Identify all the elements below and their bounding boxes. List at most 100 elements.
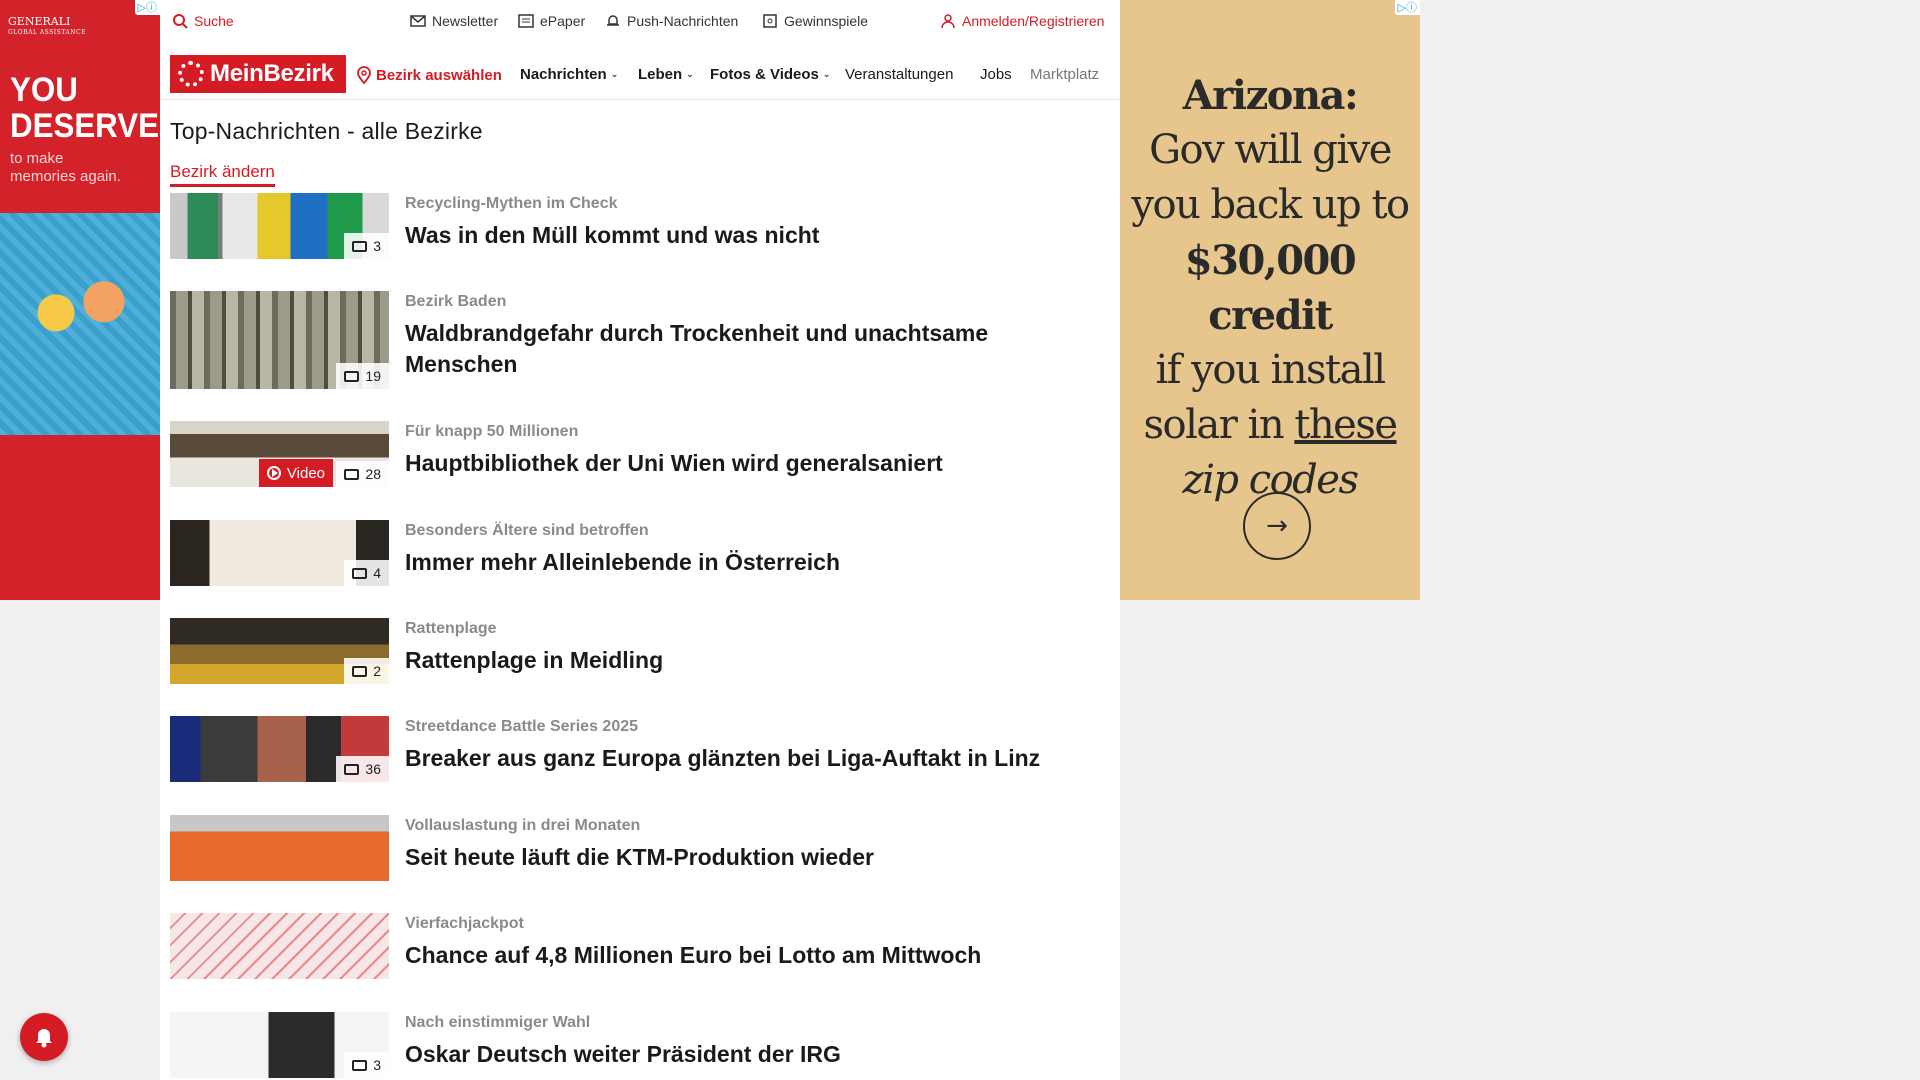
nav-veranstaltungen[interactable]: Veranstaltungen — [845, 66, 953, 83]
nav-leben[interactable]: Leben ⌄ — [638, 66, 694, 83]
article-thumbnail[interactable]: 3 — [170, 1012, 389, 1078]
arrow-right-icon[interactable]: → — [1243, 492, 1311, 560]
login-label: Anmelden/Registrieren — [962, 13, 1105, 29]
left-advertisement[interactable]: ▷ⓘ GENERALI GLOBAL ASSISTANCE YOU DESERV… — [0, 0, 160, 600]
nav-veranstaltungen-label: Veranstaltungen — [845, 66, 954, 83]
ad-choices-icon[interactable]: ▷ⓘ — [1394, 0, 1420, 15]
ad-headline-line2: DESERVE — [10, 107, 159, 145]
article-headline[interactable]: Immer mehr Alleinlebende in Österreich — [405, 547, 1095, 578]
push-label: Push-Nachrichten — [627, 13, 739, 29]
nav-jobs[interactable]: Jobs — [980, 66, 1012, 83]
logo-text: MeinBezirk — [210, 60, 334, 87]
image-count-badge: 36 — [336, 756, 389, 782]
top-utility-bar: Suche Newsletter ePaper Push-Nachrichten… — [160, 0, 1120, 45]
right-advertisement[interactable]: ▷ⓘ Arizona: Gov will give you back up to… — [1120, 0, 1420, 600]
article-item[interactable]: 2 Rattenplage Rattenplage in Meidling — [170, 618, 1110, 686]
image-icon — [344, 763, 360, 775]
search-icon — [173, 14, 188, 29]
article-item[interactable]: 4 Besonders Ältere sind betroffen Immer … — [170, 520, 1110, 588]
article-kicker: Recycling-Mythen im Check — [405, 195, 618, 212]
ad-line: Gov will give — [1149, 127, 1392, 173]
article-kicker: Für knapp 50 Millionen — [405, 423, 579, 440]
article-thumbnail[interactable]: 19 — [170, 291, 389, 389]
image-count: 4 — [373, 565, 381, 581]
article-headline[interactable]: Oskar Deutsch weiter Präsident der IRG — [405, 1039, 1095, 1070]
image-count: 2 — [373, 663, 381, 679]
article-headline[interactable]: Waldbrandgefahr durch Trockenheit und un… — [405, 318, 1095, 380]
article-thumbnail[interactable] — [170, 815, 389, 881]
notification-bell-button[interactable] — [20, 1013, 68, 1061]
ad-subline-line2: memories again. — [10, 168, 121, 185]
push-notifications-link[interactable]: Push-Nachrichten — [605, 13, 738, 29]
mail-icon — [410, 15, 426, 27]
article-headline[interactable]: Breaker aus ganz Europa glänzten bei Lig… — [405, 743, 1095, 774]
article-thumbnail[interactable]: 2 — [170, 618, 389, 684]
article-headline[interactable]: Seit heute läuft die KTM-Produktion wied… — [405, 842, 1095, 873]
ad-headline-line1: YOU — [10, 71, 78, 109]
article-headline[interactable]: Was in den Müll kommt und was nicht — [405, 220, 1095, 251]
nav-marktplatz[interactable]: Marktplatz — [1030, 66, 1110, 83]
search-button[interactable]: Suche — [172, 13, 234, 29]
image-icon — [352, 240, 368, 252]
meinbezirk-logo[interactable]: MeinBezirk — [170, 55, 346, 93]
nav-nachrichten-label: Nachrichten — [520, 66, 607, 83]
ad-choices-icon[interactable]: ▷ⓘ — [134, 0, 160, 15]
article-headline[interactable]: Rattenplage in Meidling — [405, 645, 1095, 676]
newsletter-label: Newsletter — [432, 13, 499, 29]
ad-line: solar in these — [1120, 398, 1420, 453]
logo-sun-icon — [178, 61, 204, 87]
article-item[interactable]: Video 28 Für knapp 50 Millionen Hauptbib… — [170, 421, 1110, 489]
nav-marktplatz-label: Marktplatz — [1030, 66, 1100, 83]
article-thumbnail[interactable]: 4 — [170, 520, 389, 586]
gewinnspiele-link[interactable]: Gewinnspiele — [762, 13, 868, 29]
newsletter-link[interactable]: Newsletter — [410, 13, 498, 29]
article-thumbnail[interactable]: 3 — [170, 193, 389, 259]
article-thumbnail[interactable]: Video 28 — [170, 421, 389, 487]
user-icon — [941, 14, 955, 29]
image-icon — [344, 468, 360, 480]
article-headline[interactable]: Chance auf 4,8 Millionen Euro bei Lotto … — [405, 940, 1095, 971]
bell-icon — [607, 15, 619, 26]
epaper-link[interactable]: ePaper — [518, 13, 585, 29]
article-item[interactable]: 3 Nach einstimmiger Wahl Oskar Deutsch w… — [170, 1012, 1110, 1080]
image-count-badge: 4 — [344, 560, 389, 586]
change-bezirk-link[interactable]: Bezirk ändern — [170, 162, 275, 187]
ad-brand-sub: GLOBAL ASSISTANCE — [8, 29, 86, 36]
article-kicker: Vierfachjackpot — [405, 915, 524, 932]
image-icon — [344, 370, 360, 382]
image-icon — [352, 567, 368, 579]
image-icon — [352, 1059, 368, 1071]
ad-brand-logo: GENERALI GLOBAL ASSISTANCE — [8, 16, 86, 38]
article-item[interactable]: 3 Recycling-Mythen im Check Was in den M… — [170, 193, 1110, 261]
newspaper-icon — [518, 14, 534, 28]
ad-line: $30,000 credit — [1184, 237, 1357, 339]
ad-headline: YOU DESERVE — [10, 72, 159, 144]
epaper-label: ePaper — [540, 13, 586, 29]
article-item[interactable]: 36 Streetdance Battle Series 2025 Breake… — [170, 716, 1110, 784]
article-kicker: Bezirk Baden — [405, 293, 507, 310]
image-count: 19 — [365, 368, 381, 384]
nav-fotos-videos[interactable]: Fotos & Videos ⌄ — [710, 66, 830, 83]
image-count-badge: 19 — [336, 363, 389, 389]
ad-line-link: these — [1294, 402, 1398, 448]
nav-fotos-videos-label: Fotos & Videos — [710, 66, 819, 83]
bezirk-select-button[interactable]: Bezirk auswählen — [356, 66, 502, 84]
article-kicker: Vollauslastung in drei Monaten — [405, 817, 641, 834]
login-register-link[interactable]: Anmelden/Registrieren — [940, 13, 1104, 29]
article-thumbnail[interactable] — [170, 913, 389, 979]
location-pin-icon — [357, 66, 371, 84]
image-count-badge: 3 — [344, 233, 389, 259]
image-count-badge: 28 — [336, 461, 389, 487]
article-kicker: Besonders Ältere sind betroffen — [405, 522, 649, 539]
chevron-down-icon: ⌄ — [822, 69, 831, 79]
gewinnspiele-label: Gewinnspiele — [784, 13, 869, 29]
nav-nachrichten[interactable]: Nachrichten ⌄ — [520, 66, 618, 83]
video-badge: Video — [258, 459, 333, 487]
article-thumbnail[interactable]: 36 — [170, 716, 389, 782]
article-headline[interactable]: Hauptbibliothek der Uni Wien wird genera… — [405, 448, 1095, 479]
article-item[interactable]: Vollauslastung in drei Monaten Seit heut… — [170, 815, 1110, 883]
play-icon — [266, 466, 281, 480]
bell-icon — [36, 1029, 52, 1048]
article-item[interactable]: 19 Bezirk Baden Waldbrandgefahr durch Tr… — [170, 291, 1110, 389]
article-item[interactable]: Vierfachjackpot Chance auf 4,8 Millionen… — [170, 913, 1110, 981]
